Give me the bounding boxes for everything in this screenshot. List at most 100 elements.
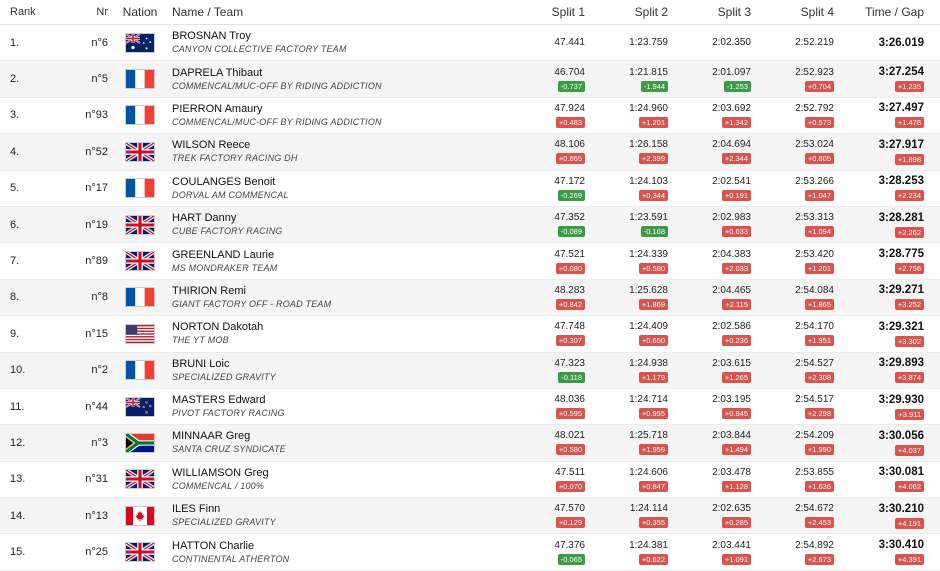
table-header: Rank Nr Nation Name / Team Split 1 Split…: [0, 0, 940, 25]
name-team-cell: DAPRELA Thibaut COMMENCAL/MUC-OFF BY RID…: [172, 66, 502, 93]
table-row[interactable]: 7. n°89 GREENLAND Laurie MS MONDRAKER TEA…: [0, 243, 940, 280]
france-flag-icon: [125, 105, 155, 126]
total-time: 3:30.210: [878, 502, 924, 515]
table-row[interactable]: 1. n°6 BROSNAN Troy CANYON COLLECTIVE FAC…: [0, 25, 940, 62]
rider-name[interactable]: PIERRON Amaury: [172, 102, 502, 116]
rank-cell: 7.: [10, 255, 20, 268]
total-time: 3:29.893: [878, 357, 924, 370]
rider-name[interactable]: BRUNI Loic: [172, 357, 502, 371]
split-1-cell: 47.521 +0.080: [502, 249, 585, 274]
name-team-cell: THIRION Remi GIANT FACTORY OFF - ROAD TE…: [172, 284, 502, 311]
table-row[interactable]: 15. n°25 HATTON Charlie CONTINENTAL ATHER…: [0, 534, 940, 571]
bib-number: n°6: [91, 36, 108, 49]
rider-name[interactable]: THIRION Remi: [172, 284, 502, 298]
split-time: 2:04.465: [712, 284, 751, 296]
split-time: 47.323: [554, 357, 585, 369]
rider-name[interactable]: HART Danny: [172, 211, 502, 225]
split-1-cell: 48.036 +0.595: [502, 394, 585, 420]
header-split-4[interactable]: Split 4: [751, 5, 834, 19]
table-row[interactable]: 3. n°93 PIERRON Amaury COMMENCAL/MUC-OFF …: [0, 98, 940, 135]
rider-name[interactable]: HATTON Charlie: [172, 539, 502, 553]
rider-name[interactable]: NORTON Dakotah: [172, 320, 502, 334]
split-3-cell: 2:03.478 +1.128: [668, 467, 751, 492]
rider-name[interactable]: BROSNAN Troy: [172, 29, 502, 43]
time-gap-cell: 3:26.019: [834, 37, 940, 49]
split-gap-badge: -0.118: [558, 371, 585, 383]
total-time: 3:29.321: [878, 320, 924, 333]
split-time: 1:25.718: [629, 430, 668, 442]
split-time: 2:53.420: [795, 248, 834, 260]
split-2-cell: 1:24.606 +0.847: [585, 467, 668, 492]
split-time: 2:02.541: [712, 175, 751, 187]
split-gap-badge: +1.179: [638, 371, 668, 383]
bib-number: n°25: [85, 546, 108, 559]
split-4-cell: 2:54.084 +1.865: [751, 285, 834, 310]
total-gap-badge: +2.756: [894, 263, 924, 275]
table-row[interactable]: 2. n°5 DAPRELA Thibaut COMMENCAL/MUC-OFF …: [0, 61, 940, 98]
header-split-3[interactable]: Split 3: [668, 5, 751, 19]
split-time: 2:01.097: [712, 66, 751, 78]
split-gap-badge: +0.842: [555, 298, 585, 310]
split-time: 2:02.586: [712, 321, 751, 333]
team-name: COMMENCAL/MUC-OFF BY RIDING ADDICTION: [172, 80, 382, 91]
table-row[interactable]: 12. n°3 MINNAAR Greg SANTA CRUZ SYNDICATE…: [0, 425, 940, 462]
rank-cell: 2.: [10, 73, 20, 86]
header-rank[interactable]: Rank: [0, 6, 60, 18]
split-gap-badge: +0.650: [638, 335, 668, 347]
total-time: 3:27.497: [878, 102, 924, 115]
split-2-cell: 1:24.103 +0.344: [585, 176, 668, 201]
total-time: 3:26.019: [878, 36, 924, 49]
split-gap-badge: +2.308: [804, 371, 834, 383]
table-row[interactable]: 5. n°17 COULANGES Benoit DORVAL AM COMMEN…: [0, 171, 940, 207]
rider-name[interactable]: MINNAAR Greg: [172, 429, 502, 443]
table-row[interactable]: 6. n°19 HART Danny CUBE FACTORY RACING 47…: [0, 206, 940, 244]
table-row[interactable]: 13. n°31 WILLIAMSON Greg COMMENCAL / 100%…: [0, 462, 940, 499]
split-2-cell: 1:24.381 +0.622: [585, 540, 668, 565]
team-name: TREK FACTORY RACING DH: [172, 153, 298, 164]
time-gap-cell: 3:28.775 +2.756: [834, 248, 940, 275]
rider-name[interactable]: WILSON Reece: [172, 138, 502, 152]
split-4-cell: 2:54.170 +1.951: [751, 321, 834, 347]
name-team-cell: HATTON Charlie CONTINENTAL ATHERTON: [172, 539, 502, 566]
split-gap-badge: +2.115: [722, 298, 751, 310]
split-4-cell: 2:52.219: [751, 37, 834, 48]
great-britain-flag-icon: [125, 214, 155, 235]
table-row[interactable]: 11. n°44 MASTERS Edward PIVOT FACTORY RAC…: [0, 389, 940, 426]
total-time: 3:29.930: [878, 393, 924, 406]
split-time: 1:24.938: [629, 357, 668, 369]
split-4-cell: 2:54.672 +2.453: [751, 503, 834, 529]
header-nation[interactable]: Nation: [108, 5, 172, 19]
table-row[interactable]: 9. n°15 NORTON Dakotah THE YT MOB 47.748 …: [0, 316, 940, 353]
split-time: 47.511: [555, 466, 585, 478]
rank-cell: 15.: [10, 546, 26, 559]
table-row[interactable]: 14. n°13 ILES Finn SPECIALIZED GRAVITY 47…: [0, 498, 940, 535]
split-gap-badge: +1.128: [721, 480, 751, 492]
split-time: 47.521: [554, 248, 585, 260]
new-zealand-flag-icon: [125, 396, 155, 417]
header-split-1[interactable]: Split 1: [502, 5, 585, 19]
header-name-team[interactable]: Name / Team: [172, 5, 502, 19]
split-gap-badge: +1.091: [721, 553, 751, 565]
split-gap-badge: +1.990: [804, 444, 834, 456]
rider-name[interactable]: ILES Finn: [172, 502, 502, 516]
rider-name[interactable]: GREENLAND Laurie: [172, 248, 502, 262]
total-gap-badge: +3.874: [894, 372, 924, 384]
team-name: COMMENCAL/MUC-OFF BY RIDING ADDICTION: [172, 116, 382, 127]
rider-name[interactable]: MASTERS Edward: [172, 393, 502, 407]
header-time-gap[interactable]: Time / Gap: [834, 5, 940, 19]
name-team-cell: BROSNAN Troy CANYON COLLECTIVE FACTORY T…: [172, 29, 502, 56]
header-split-2[interactable]: Split 2: [585, 5, 668, 19]
table-row[interactable]: 8. n°8 THIRION Remi GIANT FACTORY OFF - R…: [0, 279, 940, 317]
australia-flag-icon: [125, 32, 155, 53]
france-flag-icon: [125, 287, 155, 308]
table-row[interactable]: 10. n°2 BRUNI Loic SPECIALIZED GRAVITY 47…: [0, 352, 940, 389]
header-nr[interactable]: Nr: [60, 6, 108, 18]
name-team-cell: HART Danny CUBE FACTORY RACING: [172, 211, 502, 238]
table-row[interactable]: 4. n°52 WILSON Reece TREK FACTORY RACING …: [0, 134, 940, 171]
rider-name[interactable]: WILLIAMSON Greg: [172, 466, 502, 480]
rider-name[interactable]: COULANGES Benoit: [172, 175, 502, 189]
split-time: 47.352: [554, 212, 585, 224]
split-gap-badge: +0.236: [721, 335, 751, 347]
rider-name[interactable]: DAPRELA Thibaut: [172, 66, 502, 80]
great-britain-flag-icon: [125, 141, 155, 162]
